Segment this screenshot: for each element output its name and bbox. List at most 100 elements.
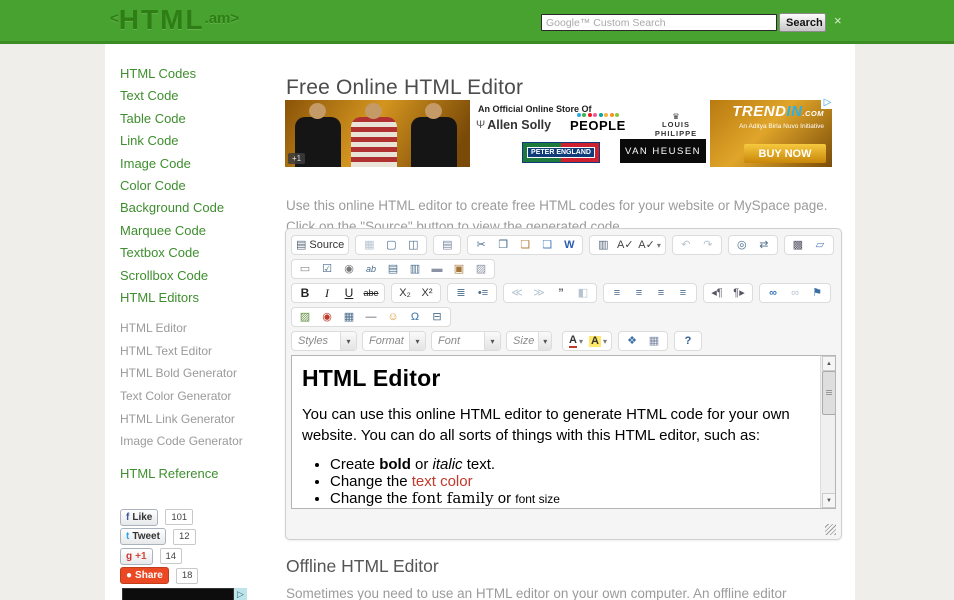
format-dropdown[interactable]: Format▾ bbox=[362, 331, 426, 351]
bold-icon[interactable]: B bbox=[294, 285, 316, 302]
textarea-icon[interactable]: ▤ bbox=[382, 261, 404, 278]
cut-icon[interactable]: ✂ bbox=[470, 237, 492, 254]
sidebar-item-html-link-generator[interactable]: HTML Link Generator bbox=[120, 412, 280, 435]
superscript-icon[interactable]: X² bbox=[416, 285, 438, 302]
scrollbar[interactable]: ▲ ▼ bbox=[820, 356, 835, 508]
scayt-icon[interactable]: A✓ bbox=[636, 237, 663, 254]
site-logo[interactable]: <HTML.am> bbox=[110, 4, 239, 36]
banner-ad[interactable]: An Official Online Store Of ΨAllen Solly… bbox=[285, 100, 832, 167]
div-container-icon[interactable]: ◧ bbox=[572, 285, 594, 302]
sidebar-item-scrollbox-code[interactable]: Scrollbox Code bbox=[120, 268, 280, 290]
sidebar-item-image-code-generator[interactable]: Image Code Generator bbox=[120, 434, 280, 457]
underline-icon[interactable]: U bbox=[338, 285, 360, 302]
radio-button-icon[interactable]: ◉ bbox=[338, 261, 360, 278]
sidebar-item-image-code[interactable]: Image Code bbox=[120, 156, 280, 178]
adchoices-icon[interactable]: ▷ bbox=[821, 96, 834, 109]
social-button[interactable]: fLike bbox=[120, 509, 158, 526]
background-color-button[interactable]: A bbox=[587, 333, 609, 350]
undo-icon[interactable]: ↶ bbox=[675, 237, 697, 254]
align-right-icon[interactable]: ≡ bbox=[650, 285, 672, 302]
print-icon[interactable]: ▥ bbox=[592, 237, 614, 254]
text-direction-rtl-icon[interactable]: ¶▸ bbox=[728, 285, 750, 302]
search-input[interactable] bbox=[541, 14, 777, 31]
search-button[interactable]: Search bbox=[779, 13, 826, 32]
close-icon[interactable]: × bbox=[834, 13, 842, 28]
scroll-up-icon[interactable]: ▲ bbox=[822, 356, 836, 371]
button-icon[interactable]: ▬ bbox=[426, 261, 448, 278]
special-character-icon[interactable]: Ω bbox=[404, 309, 426, 326]
sidebar-item-text-code[interactable]: Text Code bbox=[120, 88, 280, 110]
text-field-icon[interactable]: ab bbox=[360, 261, 382, 278]
text-color-button[interactable]: A bbox=[565, 333, 587, 350]
form-icon[interactable]: ▭ bbox=[294, 261, 316, 278]
buy-now-button[interactable]: BUY NOW bbox=[744, 144, 826, 163]
ad-plus-one-badge[interactable]: +1 bbox=[288, 153, 305, 164]
resize-grip[interactable] bbox=[825, 524, 836, 535]
social-button[interactable]: ●Share bbox=[120, 567, 169, 584]
sidebar-item-html-editor[interactable]: HTML Editor bbox=[120, 321, 280, 344]
unlink-icon[interactable]: ∞ bbox=[784, 285, 806, 302]
replace-icon[interactable]: ⇄ bbox=[753, 237, 775, 254]
image-icon[interactable]: ▨ bbox=[294, 309, 316, 326]
numbered-list-icon[interactable]: ≣ bbox=[450, 285, 472, 302]
new-page-icon[interactable]: ▢ bbox=[380, 237, 402, 254]
bulleted-list-icon[interactable]: •≡ bbox=[472, 285, 494, 302]
sidebar-item-textbox-code[interactable]: Textbox Code bbox=[120, 245, 280, 267]
size-dropdown[interactable]: Size▾ bbox=[506, 331, 552, 351]
anchor-icon[interactable]: ⚑ bbox=[806, 285, 828, 302]
align-center-icon[interactable]: ≡ bbox=[628, 285, 650, 302]
page-break-icon[interactable]: ⊟ bbox=[426, 309, 448, 326]
sidebar-item-html-reference[interactable]: HTML Reference bbox=[120, 466, 280, 488]
increase-indent-icon[interactable]: ≫ bbox=[528, 285, 550, 302]
smiley-icon[interactable]: ☺ bbox=[382, 309, 404, 326]
scrollbar-thumb[interactable] bbox=[822, 371, 836, 415]
table-icon[interactable]: ▦ bbox=[338, 309, 360, 326]
sidebar-item-color-code[interactable]: Color Code bbox=[120, 178, 280, 200]
about-icon[interactable]: ? bbox=[677, 333, 699, 350]
sidebar-item-marquee-code[interactable]: Marquee Code bbox=[120, 223, 280, 245]
scroll-down-icon[interactable]: ▼ bbox=[822, 493, 836, 508]
subscript-icon[interactable]: X₂ bbox=[394, 285, 416, 302]
hidden-field-icon[interactable]: ▨ bbox=[470, 261, 492, 278]
copy-icon[interactable]: ❐ bbox=[492, 237, 514, 254]
save-icon[interactable]: ▦ bbox=[358, 237, 380, 254]
show-blocks-icon[interactable]: ▦ bbox=[643, 333, 665, 350]
social-button[interactable]: tTweet bbox=[120, 528, 166, 545]
remove-format-icon[interactable]: ▱ bbox=[809, 237, 831, 254]
spell-check-icon[interactable]: A✓ bbox=[614, 237, 636, 254]
sidebar-ad-image[interactable] bbox=[122, 588, 234, 600]
styles-dropdown[interactable]: Styles▾ bbox=[291, 331, 357, 351]
adchoices-icon[interactable]: ▷ bbox=[234, 588, 247, 600]
preview-icon[interactable]: ◫ bbox=[402, 237, 424, 254]
text-direction-ltr-icon[interactable]: ◂¶ bbox=[706, 285, 728, 302]
select-all-icon[interactable]: ▩ bbox=[787, 237, 809, 254]
editor-content-area[interactable]: HTML Editor You can use this online HTML… bbox=[291, 355, 836, 509]
horizontal-line-icon[interactable]: — bbox=[360, 309, 382, 326]
sidebar-item-html-editors[interactable]: HTML Editors bbox=[120, 290, 280, 312]
link-icon[interactable]: ∞ bbox=[762, 285, 784, 302]
sidebar-ad[interactable]: ▷ bbox=[122, 588, 247, 600]
redo-icon[interactable]: ↷ bbox=[697, 237, 719, 254]
social-button[interactable]: g+1 bbox=[120, 548, 153, 565]
sidebar-item-html-codes[interactable]: HTML Codes bbox=[120, 66, 280, 88]
flash-icon[interactable]: ◉ bbox=[316, 309, 338, 326]
templates-icon[interactable]: ▤ bbox=[436, 237, 458, 254]
paste-from-word-icon[interactable]: W bbox=[558, 237, 580, 254]
selection-field-icon[interactable]: ▥ bbox=[404, 261, 426, 278]
align-left-icon[interactable]: ≡ bbox=[606, 285, 628, 302]
paste-icon[interactable]: ❏ bbox=[514, 237, 536, 254]
maximize-icon[interactable]: ❖ bbox=[621, 333, 643, 350]
strikethrough-icon[interactable]: abe bbox=[360, 285, 382, 302]
sidebar-item-text-color-generator[interactable]: Text Color Generator bbox=[120, 389, 280, 412]
font-dropdown[interactable]: Font▾ bbox=[431, 331, 501, 351]
italic-icon[interactable]: I bbox=[316, 285, 338, 302]
image-button-icon[interactable]: ▣ bbox=[448, 261, 470, 278]
decrease-indent-icon[interactable]: ≪ bbox=[506, 285, 528, 302]
align-justify-icon[interactable]: ≡ bbox=[672, 285, 694, 302]
sidebar-item-table-code[interactable]: Table Code bbox=[120, 111, 280, 133]
find-icon[interactable]: ◎ bbox=[731, 237, 753, 254]
sidebar-item-background-code[interactable]: Background Code bbox=[120, 200, 280, 222]
sidebar-item-html-text-editor[interactable]: HTML Text Editor bbox=[120, 344, 280, 367]
blockquote-icon[interactable]: ” bbox=[550, 285, 572, 302]
sidebar-item-link-code[interactable]: Link Code bbox=[120, 133, 280, 155]
